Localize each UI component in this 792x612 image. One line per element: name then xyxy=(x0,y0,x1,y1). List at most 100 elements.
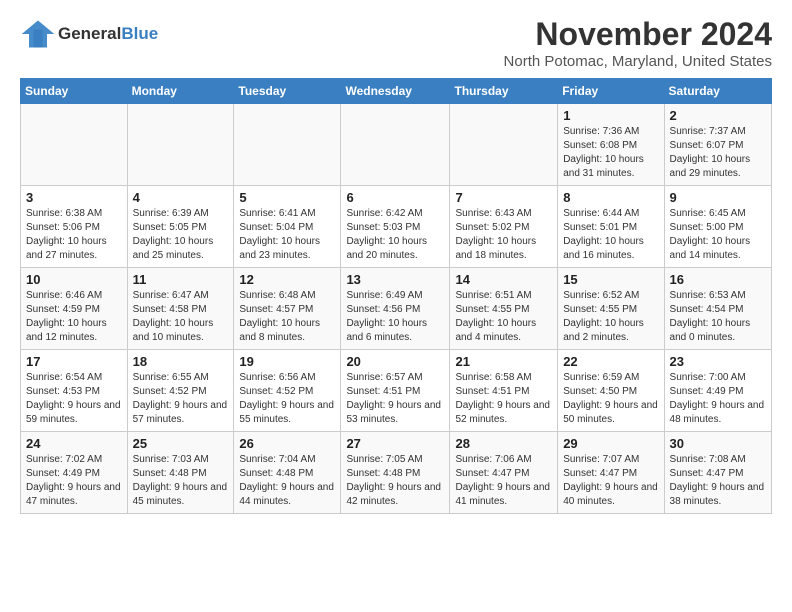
day-number: 27 xyxy=(346,436,444,451)
day-number: 19 xyxy=(239,354,335,369)
day-info: Sunrise: 6:58 AM Sunset: 4:51 PM Dayligh… xyxy=(455,371,552,427)
calendar-cell: 4 Sunrise: 6:39 AM Sunset: 5:05 PM Daylig… xyxy=(127,186,234,268)
day-header-tuesday: Tuesday xyxy=(234,79,341,104)
calendar-cell: 15 Sunrise: 6:52 AM Sunset: 4:55 PM Dayli… xyxy=(558,268,664,350)
calendar-cell: 26 Sunrise: 7:04 AM Sunset: 4:48 PM Dayli… xyxy=(234,432,341,514)
day-number: 18 xyxy=(133,354,229,369)
day-number: 10 xyxy=(26,272,122,287)
calendar-cell: 29 Sunrise: 7:07 AM Sunset: 4:47 PM Dayli… xyxy=(558,432,664,514)
day-info: Sunrise: 7:00 AM Sunset: 4:49 PM Dayligh… xyxy=(670,371,766,427)
day-info: Sunrise: 7:36 AM Sunset: 6:08 PM Dayligh… xyxy=(563,125,658,181)
day-info: Sunrise: 6:39 AM Sunset: 5:05 PM Dayligh… xyxy=(133,207,229,263)
day-header-friday: Friday xyxy=(558,79,664,104)
day-info: Sunrise: 6:43 AM Sunset: 5:02 PM Dayligh… xyxy=(455,207,552,263)
day-info: Sunrise: 6:41 AM Sunset: 5:04 PM Dayligh… xyxy=(239,207,335,263)
calendar-cell: 16Sunrise: 6:53 AM Sunset: 4:54 PM Dayli… xyxy=(664,268,771,350)
calendar-cell: 22 Sunrise: 6:59 AM Sunset: 4:50 PM Dayli… xyxy=(558,350,664,432)
day-info: Sunrise: 7:08 AM Sunset: 4:47 PM Dayligh… xyxy=(670,453,766,509)
calendar-cell: 3 Sunrise: 6:38 AM Sunset: 5:06 PM Daylig… xyxy=(21,186,128,268)
location-title: North Potomac, Maryland, United States xyxy=(504,53,772,70)
day-header-wednesday: Wednesday xyxy=(341,79,450,104)
day-header-thursday: Thursday xyxy=(450,79,558,104)
day-info: Sunrise: 6:42 AM Sunset: 5:03 PM Dayligh… xyxy=(346,207,444,263)
day-info: Sunrise: 7:37 AM Sunset: 6:07 PM Dayligh… xyxy=(670,125,766,181)
day-header-saturday: Saturday xyxy=(664,79,771,104)
day-number: 22 xyxy=(563,354,658,369)
calendar-cell: 5 Sunrise: 6:41 AM Sunset: 5:04 PM Daylig… xyxy=(234,186,341,268)
calendar-cell: 19 Sunrise: 6:56 AM Sunset: 4:52 PM Dayli… xyxy=(234,350,341,432)
calendar-cell: 17Sunrise: 6:54 AM Sunset: 4:53 PM Dayli… xyxy=(21,350,128,432)
day-number: 17 xyxy=(26,354,122,369)
day-info: Sunrise: 6:47 AM Sunset: 4:58 PM Dayligh… xyxy=(133,289,229,345)
day-info: Sunrise: 7:04 AM Sunset: 4:48 PM Dayligh… xyxy=(239,453,335,509)
day-number: 1 xyxy=(563,108,658,123)
calendar-cell: 30 Sunrise: 7:08 AM Sunset: 4:47 PM Dayli… xyxy=(664,432,771,514)
month-title: November 2024 xyxy=(504,16,772,53)
calendar-cell xyxy=(21,104,128,186)
day-number: 26 xyxy=(239,436,335,451)
calendar-cell xyxy=(127,104,234,186)
calendar-cell: 27 Sunrise: 7:05 AM Sunset: 4:48 PM Dayli… xyxy=(341,432,450,514)
day-number: 8 xyxy=(563,190,658,205)
logo-blue-text: Blue xyxy=(121,24,158,43)
calendar-cell: 25 Sunrise: 7:03 AM Sunset: 4:48 PM Dayli… xyxy=(127,432,234,514)
day-number: 2 xyxy=(670,108,766,123)
calendar-cell: 7 Sunrise: 6:43 AM Sunset: 5:02 PM Daylig… xyxy=(450,186,558,268)
calendar-week-row: 24 Sunrise: 7:02 AM Sunset: 4:49 PM Dayli… xyxy=(21,432,772,514)
calendar-cell xyxy=(341,104,450,186)
calendar-header-row: SundayMondayTuesdayWednesdayThursdayFrid… xyxy=(21,79,772,104)
calendar-cell: 23 Sunrise: 7:00 AM Sunset: 4:49 PM Dayli… xyxy=(664,350,771,432)
day-header-monday: Monday xyxy=(127,79,234,104)
calendar-cell: 13Sunrise: 6:49 AM Sunset: 4:56 PM Dayli… xyxy=(341,268,450,350)
calendar-cell: 6 Sunrise: 6:42 AM Sunset: 5:03 PM Daylig… xyxy=(341,186,450,268)
day-number: 24 xyxy=(26,436,122,451)
calendar-cell: 10 Sunrise: 6:46 AM Sunset: 4:59 PM Dayli… xyxy=(21,268,128,350)
calendar-cell: 1 Sunrise: 7:36 AM Sunset: 6:08 PM Daylig… xyxy=(558,104,664,186)
day-number: 23 xyxy=(670,354,766,369)
day-number: 29 xyxy=(563,436,658,451)
calendar-week-row: 1 Sunrise: 7:36 AM Sunset: 6:08 PM Daylig… xyxy=(21,104,772,186)
calendar-cell: 11 Sunrise: 6:47 AM Sunset: 4:58 PM Dayli… xyxy=(127,268,234,350)
day-number: 4 xyxy=(133,190,229,205)
day-number: 15 xyxy=(563,272,658,287)
day-info: Sunrise: 7:07 AM Sunset: 4:47 PM Dayligh… xyxy=(563,453,658,509)
day-number: 3 xyxy=(26,190,122,205)
day-info: Sunrise: 6:59 AM Sunset: 4:50 PM Dayligh… xyxy=(563,371,658,427)
day-number: 9 xyxy=(670,190,766,205)
day-number: 12 xyxy=(239,272,335,287)
calendar-week-row: 10 Sunrise: 6:46 AM Sunset: 4:59 PM Dayli… xyxy=(21,268,772,350)
calendar-cell: 9 Sunrise: 6:45 AM Sunset: 5:00 PM Daylig… xyxy=(664,186,771,268)
day-number: 11 xyxy=(133,272,229,287)
calendar-cell: 20Sunrise: 6:57 AM Sunset: 4:51 PM Dayli… xyxy=(341,350,450,432)
day-header-sunday: Sunday xyxy=(21,79,128,104)
day-info: Sunrise: 6:44 AM Sunset: 5:01 PM Dayligh… xyxy=(563,207,658,263)
calendar-week-row: 17Sunrise: 6:54 AM Sunset: 4:53 PM Dayli… xyxy=(21,350,772,432)
calendar-cell xyxy=(234,104,341,186)
day-info: Sunrise: 6:46 AM Sunset: 4:59 PM Dayligh… xyxy=(26,289,122,345)
day-number: 7 xyxy=(455,190,552,205)
day-number: 14 xyxy=(455,272,552,287)
day-number: 5 xyxy=(239,190,335,205)
day-info: Sunrise: 6:52 AM Sunset: 4:55 PM Dayligh… xyxy=(563,289,658,345)
day-number: 20 xyxy=(346,354,444,369)
day-info: Sunrise: 6:56 AM Sunset: 4:52 PM Dayligh… xyxy=(239,371,335,427)
day-info: Sunrise: 6:48 AM Sunset: 4:57 PM Dayligh… xyxy=(239,289,335,345)
day-info: Sunrise: 7:02 AM Sunset: 4:49 PM Dayligh… xyxy=(26,453,122,509)
day-number: 6 xyxy=(346,190,444,205)
day-info: Sunrise: 7:03 AM Sunset: 4:48 PM Dayligh… xyxy=(133,453,229,509)
calendar-cell: 12 Sunrise: 6:48 AM Sunset: 4:57 PM Dayli… xyxy=(234,268,341,350)
calendar-body: 1 Sunrise: 7:36 AM Sunset: 6:08 PM Daylig… xyxy=(21,104,772,514)
day-number: 30 xyxy=(670,436,766,451)
title-area: November 2024 North Potomac, Maryland, U… xyxy=(504,16,772,70)
logo-icon xyxy=(20,16,56,52)
day-number: 28 xyxy=(455,436,552,451)
day-info: Sunrise: 6:45 AM Sunset: 5:00 PM Dayligh… xyxy=(670,207,766,263)
day-number: 16 xyxy=(670,272,766,287)
day-info: Sunrise: 6:38 AM Sunset: 5:06 PM Dayligh… xyxy=(26,207,122,263)
calendar-cell: 8 Sunrise: 6:44 AM Sunset: 5:01 PM Daylig… xyxy=(558,186,664,268)
calendar-table: SundayMondayTuesdayWednesdayThursdayFrid… xyxy=(20,78,772,514)
calendar-cell: 18Sunrise: 6:55 AM Sunset: 4:52 PM Dayli… xyxy=(127,350,234,432)
day-number: 25 xyxy=(133,436,229,451)
day-info: Sunrise: 7:05 AM Sunset: 4:48 PM Dayligh… xyxy=(346,453,444,509)
calendar-cell: 28Sunrise: 7:06 AM Sunset: 4:47 PM Dayli… xyxy=(450,432,558,514)
